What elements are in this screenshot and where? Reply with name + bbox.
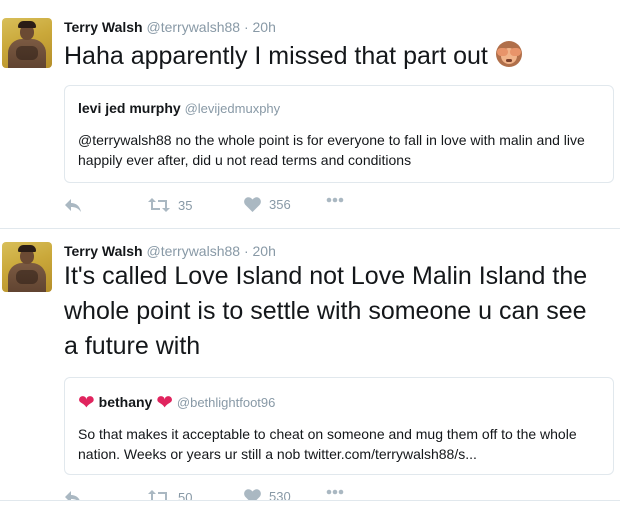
- quoted-tweet-header: levi jed murphy @levijedmuxphy: [78, 100, 280, 116]
- quoted-author-name: levi jed murphy: [78, 100, 181, 116]
- retweet-button[interactable]: 35: [148, 197, 192, 213]
- quoted-tweet-text: So that makes it acceptable to cheat on …: [78, 426, 577, 462]
- avatar[interactable]: [2, 18, 52, 68]
- quoted-tweet[interactable]: levi jed murphy @levijedmuxphy @terrywal…: [64, 85, 614, 183]
- quoted-author-handle: @bethlightfoot96: [176, 395, 276, 410]
- quoted-tweet-header: ❤ bethany ❤ @bethlightfoot96: [78, 390, 275, 415]
- tweet: Terry Walsh @terrywalsh88 · 20h Haha app…: [0, 0, 620, 228]
- more-icon: [326, 489, 344, 495]
- red-heart-icon: ❤: [156, 392, 173, 414]
- author-handle[interactable]: @terrywalsh88: [146, 243, 240, 259]
- tweet-text: It's called Love Island not Love Malin I…: [64, 262, 588, 360]
- like-count: 356: [269, 197, 291, 212]
- author-name[interactable]: Terry Walsh: [64, 19, 143, 35]
- avatar[interactable]: [2, 242, 52, 292]
- heart-icon: [244, 197, 261, 212]
- separator: ·: [240, 19, 253, 35]
- more-icon: [326, 197, 344, 203]
- tweet-time[interactable]: 20h: [253, 19, 276, 35]
- tweet-actions: 35 356: [64, 197, 484, 217]
- separator: ·: [240, 243, 253, 259]
- tweet-header: Terry Walsh @terrywalsh88 · 20h: [64, 243, 276, 259]
- tweet-text: Haha apparently I missed that part out: [64, 39, 604, 74]
- more-button[interactable]: [326, 489, 344, 495]
- author-name[interactable]: Terry Walsh: [64, 243, 143, 259]
- author-handle[interactable]: @terrywalsh88: [146, 19, 240, 35]
- tweet: Terry Walsh @terrywalsh88 · 20h It's cal…: [0, 229, 620, 520]
- tweet-text-content: Haha apparently I missed that part out: [64, 42, 488, 70]
- red-heart-icon: ❤: [78, 392, 95, 414]
- tweet-time[interactable]: 20h: [253, 243, 276, 259]
- quoted-tweet-text: @terrywalsh88 no the whole point is for …: [78, 132, 585, 168]
- retweet-icon: [148, 198, 170, 212]
- see-no-evil-monkey-icon: [494, 39, 524, 69]
- reply-icon: [65, 199, 81, 212]
- like-button[interactable]: 356: [244, 197, 291, 212]
- more-button[interactable]: [326, 197, 344, 203]
- quoted-tweet[interactable]: ❤ bethany ❤ @bethlightfoot96 So that mak…: [64, 377, 614, 475]
- quoted-author-name: bethany: [98, 394, 153, 410]
- quoted-author-handle: @levijedmuxphy: [184, 101, 281, 116]
- retweet-count: 35: [178, 197, 193, 213]
- reply-button[interactable]: [64, 197, 82, 213]
- tweet-header: Terry Walsh @terrywalsh88 · 20h: [64, 19, 276, 35]
- bottom-edge: [0, 500, 620, 521]
